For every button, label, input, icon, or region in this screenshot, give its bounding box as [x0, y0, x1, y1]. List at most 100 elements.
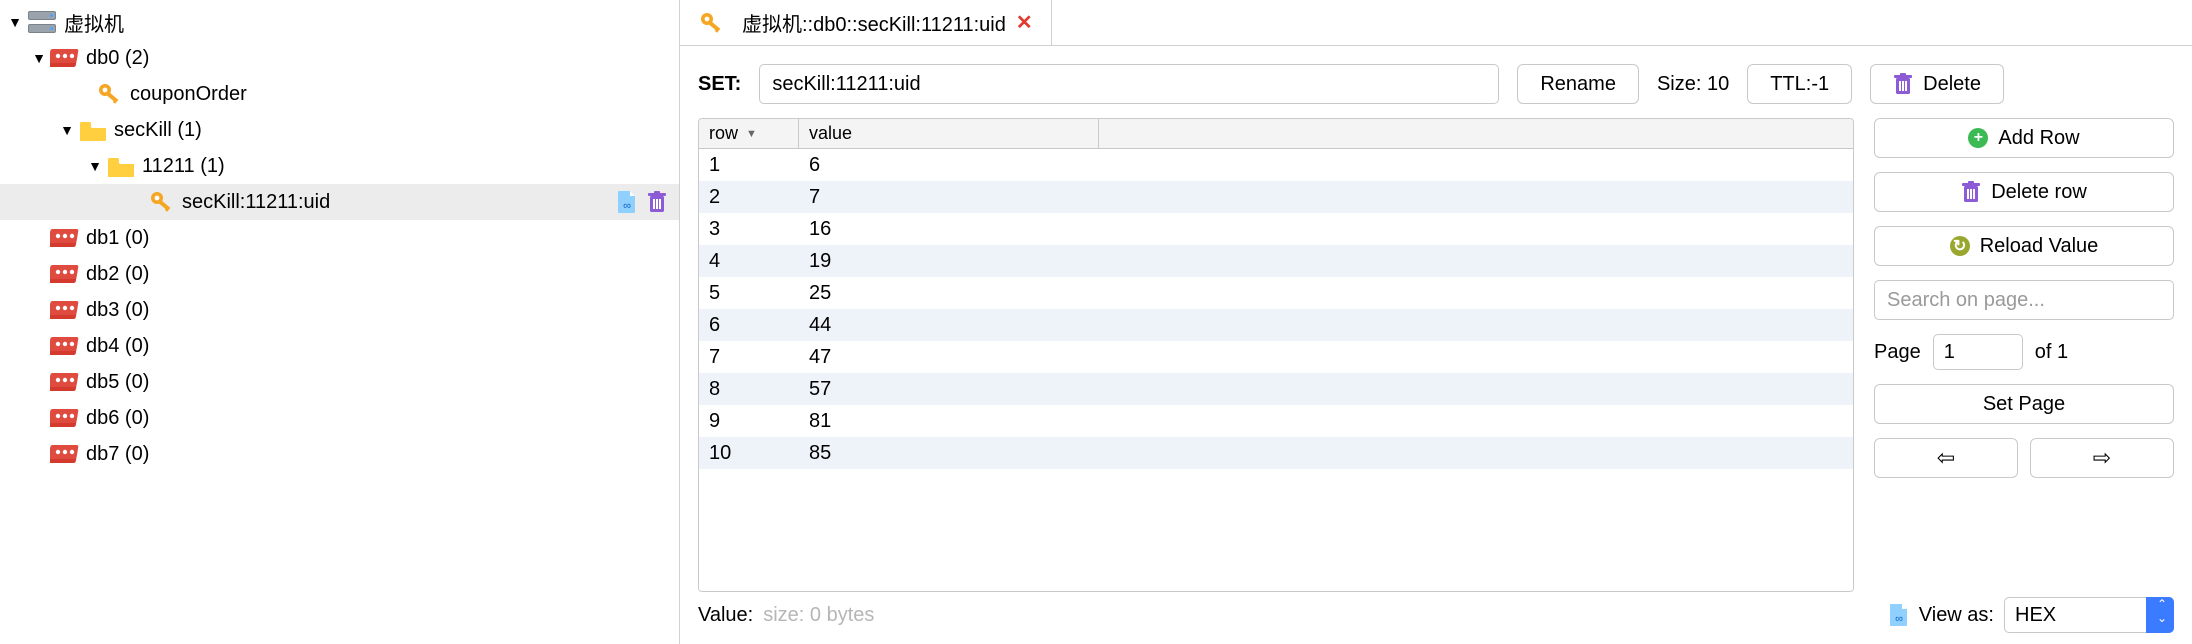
tree-key-couponorder[interactable]: ▼ couponOrder [0, 76, 679, 112]
tree-label: secKill:11211:uid [182, 191, 617, 214]
folder-icon [106, 155, 136, 177]
cell-value: 81 [799, 410, 1853, 433]
add-row-label: Add Row [1998, 127, 2079, 150]
tree-db0-row[interactable]: ▼ db0 (2) [0, 40, 679, 76]
table-row[interactable]: 747 [699, 341, 1853, 373]
tree-label: db5 (0) [86, 371, 667, 394]
trash-icon[interactable] [647, 190, 667, 214]
folder-icon [78, 119, 108, 141]
disclosure-icon[interactable]: ▼ [86, 158, 104, 174]
disclosure-icon[interactable]: ▼ [30, 50, 48, 66]
main-panel: 虚拟机::db0::secKill:11211:uid ✕ SET: Renam… [680, 0, 2192, 644]
tree-label: db7 (0) [86, 443, 667, 466]
tree-label: 虚拟机 [64, 8, 667, 37]
cell-row: 4 [699, 250, 799, 273]
tree-selected-key[interactable]: ▼ secKill:11211:uid [0, 184, 679, 220]
rename-button[interactable]: Rename [1517, 64, 1639, 104]
tree-db6-row[interactable]: ▼ db6 (0) [0, 400, 679, 436]
table-row[interactable]: 644 [699, 309, 1853, 341]
tree-label: db6 (0) [86, 407, 667, 430]
tree-server-row[interactable]: ▼ 虚拟机 [0, 4, 679, 40]
key-icon [96, 82, 124, 106]
tree-label: db4 (0) [86, 335, 667, 358]
cell-value: 44 [799, 314, 1853, 337]
table-header: row ▼ value [699, 119, 1853, 149]
cell-value: 47 [799, 346, 1853, 369]
database-icon [50, 227, 80, 249]
table-row[interactable]: 857 [699, 373, 1853, 405]
cell-row: 3 [699, 218, 799, 241]
value-size-hint: size: 0 bytes [763, 604, 874, 627]
cell-value: 16 [799, 218, 1853, 241]
close-icon[interactable]: ✕ [1016, 10, 1033, 35]
tree-folder-11211[interactable]: ▼ 11211 (1) [0, 148, 679, 184]
cell-row: 6 [699, 314, 799, 337]
key-icon [148, 190, 176, 214]
table-body[interactable]: 16273164195256447478579811085 [699, 149, 1853, 591]
database-icon [50, 299, 80, 321]
database-icon [50, 335, 80, 357]
cell-row: 9 [699, 410, 799, 433]
tree-db5-row[interactable]: ▼ db5 (0) [0, 364, 679, 400]
column-row[interactable]: row ▼ [699, 119, 799, 148]
column-value[interactable]: value [799, 119, 1099, 148]
cell-value: 25 [799, 282, 1853, 305]
tree-db3-row[interactable]: ▼ db3 (0) [0, 292, 679, 328]
search-input[interactable] [1874, 280, 2174, 320]
key-header: SET: Rename Size: 10 TTL:-1 Delete [680, 46, 2192, 118]
column-value-label: value [809, 123, 852, 144]
tree-label: db1 (0) [86, 227, 667, 250]
cell-value: 7 [799, 186, 1853, 209]
tree-db7-row[interactable]: ▼ db7 (0) [0, 436, 679, 472]
tab-title: 虚拟机::db0::secKill:11211:uid [742, 8, 1006, 37]
key-icon [698, 11, 726, 35]
delete-button-label: Delete [1923, 73, 1981, 96]
table-row[interactable]: 981 [699, 405, 1853, 437]
cell-value: 19 [799, 250, 1853, 273]
cell-row: 8 [699, 378, 799, 401]
reload-button[interactable]: ↻ Reload Value [1874, 226, 2174, 266]
value-label: Value: [698, 604, 753, 627]
table-row[interactable]: 16 [699, 149, 1853, 181]
viewas-select[interactable]: HEX [2004, 597, 2174, 633]
tree-folder-seckill[interactable]: ▼ secKill (1) [0, 112, 679, 148]
server-icon [26, 9, 58, 35]
table-row[interactable]: 419 [699, 245, 1853, 277]
page-icon[interactable] [617, 190, 637, 214]
tree-label: 11211 (1) [142, 155, 667, 178]
table-row[interactable]: 1085 [699, 437, 1853, 469]
page-icon [1889, 603, 1909, 627]
cell-value: 6 [799, 154, 1853, 177]
tree-db2-row[interactable]: ▼ db2 (0) [0, 256, 679, 292]
table-row[interactable]: 525 [699, 277, 1853, 309]
page-label: Page [1874, 341, 1921, 364]
sort-desc-icon: ▼ [746, 128, 757, 140]
next-page-button[interactable]: ⇨ [2030, 438, 2174, 478]
cell-value: 57 [799, 378, 1853, 401]
delete-row-button[interactable]: Delete row [1874, 172, 2174, 212]
set-page-button[interactable]: Set Page [1874, 384, 2174, 424]
tree-db4-row[interactable]: ▼ db4 (0) [0, 328, 679, 364]
tabstrip: 虚拟机::db0::secKill:11211:uid ✕ [680, 0, 2192, 46]
column-row-label: row [709, 123, 738, 144]
delete-row-label: Delete row [1991, 181, 2087, 204]
cell-row: 5 [699, 282, 799, 305]
reload-label: Reload Value [1980, 235, 2099, 258]
tree-db1-row[interactable]: ▼ db1 (0) [0, 220, 679, 256]
tab-key[interactable]: 虚拟机::db0::secKill:11211:uid ✕ [680, 0, 1052, 45]
database-icon [50, 263, 80, 285]
page-input[interactable] [1933, 334, 2023, 370]
reload-icon: ↻ [1950, 236, 1970, 256]
add-row-button[interactable]: + Add Row [1874, 118, 2174, 158]
delete-button[interactable]: Delete [1870, 64, 2004, 104]
table-row[interactable]: 27 [699, 181, 1853, 213]
key-name-input[interactable] [759, 64, 1499, 104]
disclosure-icon[interactable]: ▼ [6, 14, 24, 30]
table-row[interactable]: 316 [699, 213, 1853, 245]
disclosure-icon[interactable]: ▼ [58, 122, 76, 138]
page-row: Page of 1 [1874, 334, 2174, 370]
prev-page-button[interactable]: ⇦ [1874, 438, 2018, 478]
cell-row: 7 [699, 346, 799, 369]
tree-label: db0 (2) [86, 47, 667, 70]
ttl-button[interactable]: TTL:-1 [1747, 64, 1852, 104]
